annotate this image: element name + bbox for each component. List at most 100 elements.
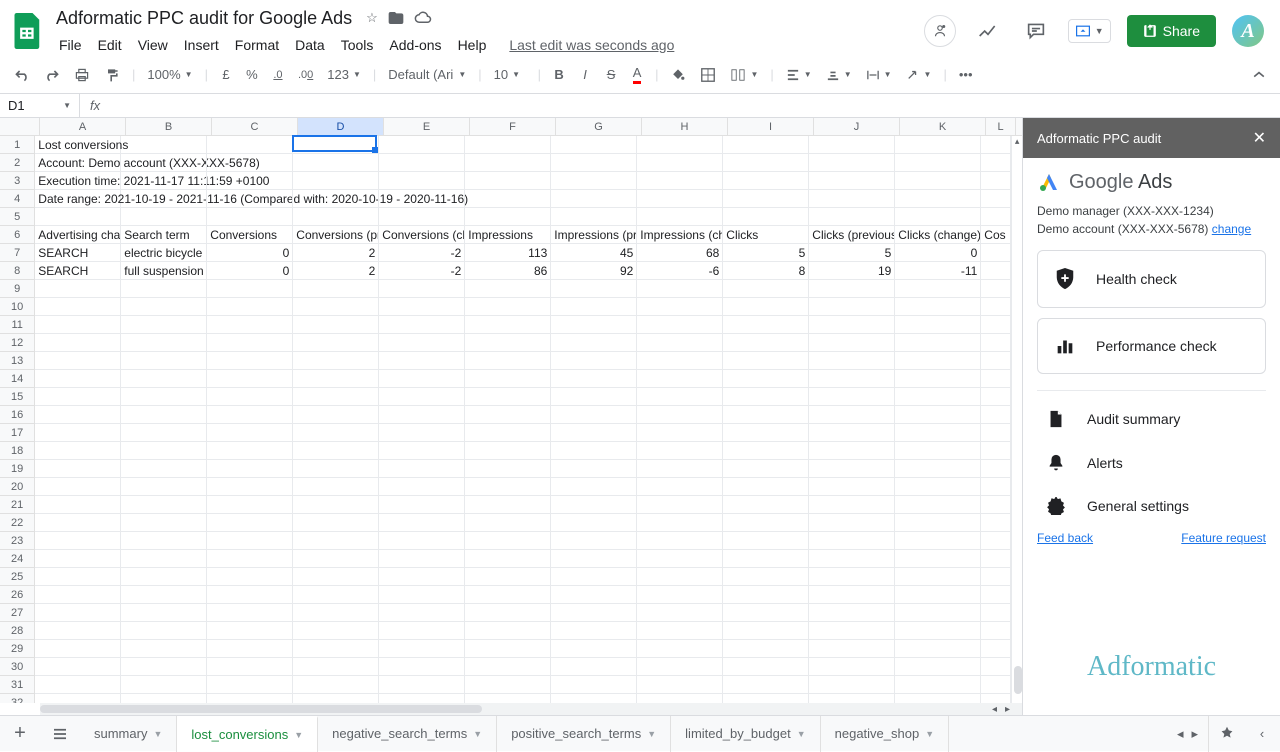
inc-decimal-button[interactable]: .00 (292, 63, 319, 87)
cell[interactable] (723, 172, 809, 189)
cell[interactable] (207, 136, 293, 153)
sheet-tab-lost_conversions[interactable]: lost_conversions▼ (177, 716, 318, 752)
cell[interactable] (895, 658, 981, 675)
cell[interactable] (637, 208, 723, 225)
cell[interactable] (637, 316, 723, 333)
row-header[interactable]: 16 (0, 406, 35, 424)
trend-icon[interactable] (972, 15, 1004, 47)
cell[interactable] (809, 280, 895, 297)
col-header-F[interactable]: F (470, 118, 556, 135)
cell[interactable] (465, 388, 551, 405)
cell[interactable] (809, 316, 895, 333)
row-header[interactable]: 19 (0, 460, 35, 478)
row-header[interactable]: 23 (0, 532, 35, 550)
cell[interactable]: -11 (895, 262, 981, 279)
cell[interactable] (121, 334, 207, 351)
cell[interactable] (465, 640, 551, 657)
cell[interactable] (551, 478, 637, 495)
cell[interactable] (895, 172, 981, 189)
cell[interactable] (121, 406, 207, 423)
cell[interactable] (293, 460, 379, 477)
cell[interactable] (293, 172, 379, 189)
close-icon[interactable]: ✕ (1253, 128, 1266, 148)
cell[interactable] (809, 658, 895, 675)
cell[interactable] (637, 424, 723, 441)
cell[interactable] (465, 172, 551, 189)
cell[interactable] (293, 496, 379, 513)
cell[interactable] (35, 406, 121, 423)
borders-button[interactable] (694, 61, 722, 89)
cell[interactable] (121, 208, 207, 225)
cell[interactable]: Account: Demo account (XXX-XXX-5678) (35, 154, 121, 171)
col-header-D[interactable]: D (298, 118, 384, 135)
cell[interactable] (379, 532, 465, 549)
cell[interactable] (895, 478, 981, 495)
cell[interactable] (35, 532, 121, 549)
cell[interactable] (981, 442, 1011, 459)
cell[interactable] (293, 190, 379, 207)
cell[interactable] (723, 352, 809, 369)
cell[interactable] (551, 514, 637, 531)
fill-color-button[interactable] (664, 61, 692, 89)
cell[interactable] (637, 568, 723, 585)
cell[interactable] (723, 676, 809, 693)
col-header-H[interactable]: H (642, 118, 728, 135)
change-account-link[interactable]: change (1212, 222, 1251, 236)
cell[interactable] (981, 172, 1011, 189)
cell[interactable] (809, 424, 895, 441)
cell[interactable]: 113 (465, 244, 551, 261)
cell[interactable] (551, 640, 637, 657)
cell[interactable]: Date range: 2021-10-19 - 2021-11-16 (Com… (35, 190, 121, 207)
cell[interactable] (465, 136, 551, 153)
cell[interactable] (379, 478, 465, 495)
cell[interactable] (809, 604, 895, 621)
cell[interactable] (207, 460, 293, 477)
cell[interactable]: Advertising chan (35, 226, 121, 243)
tab-prev-icon[interactable]: ◂ (1177, 726, 1184, 742)
cell[interactable] (809, 694, 895, 703)
paint-format-icon[interactable] (98, 61, 126, 89)
cell[interactable] (551, 190, 637, 207)
cell[interactable] (895, 496, 981, 513)
cell[interactable] (981, 334, 1011, 351)
cell[interactable] (293, 298, 379, 315)
cell[interactable] (35, 298, 121, 315)
cell[interactable] (207, 568, 293, 585)
cell[interactable] (637, 172, 723, 189)
cell[interactable] (379, 694, 465, 703)
cell[interactable] (981, 190, 1011, 207)
alerts-row[interactable]: Alerts (1037, 441, 1266, 485)
cell[interactable] (293, 316, 379, 333)
performance-check-card[interactable]: Performance check (1037, 318, 1266, 374)
cell[interactable] (35, 658, 121, 675)
cell[interactable] (207, 640, 293, 657)
cell[interactable]: Conversions (207, 226, 293, 243)
cell[interactable] (981, 640, 1011, 657)
cell[interactable] (207, 334, 293, 351)
cell[interactable] (465, 460, 551, 477)
sheet-tab-limited_by_budget[interactable]: limited_by_budget▼ (671, 716, 820, 752)
row-header[interactable]: 30 (0, 658, 35, 676)
col-header-L[interactable]: L (986, 118, 1016, 135)
cell[interactable] (723, 622, 809, 639)
cell[interactable] (895, 460, 981, 477)
cell[interactable] (723, 316, 809, 333)
cell[interactable] (981, 514, 1011, 531)
cell[interactable] (293, 514, 379, 531)
cell[interactable] (379, 496, 465, 513)
cell[interactable] (207, 406, 293, 423)
sheet-tab-negative_search_terms[interactable]: negative_search_terms▼ (318, 716, 497, 752)
cell[interactable] (723, 460, 809, 477)
menu-view[interactable]: View (131, 33, 175, 57)
cell[interactable] (809, 370, 895, 387)
cell[interactable] (723, 604, 809, 621)
dec-decimal-button[interactable]: .0 (266, 63, 290, 87)
cell[interactable] (465, 514, 551, 531)
cell[interactable] (379, 388, 465, 405)
cell[interactable] (121, 514, 207, 531)
select-all-corner[interactable] (0, 118, 40, 135)
cell[interactable] (293, 208, 379, 225)
cell[interactable] (121, 550, 207, 567)
cell[interactable]: 19 (809, 262, 895, 279)
cell[interactable] (809, 298, 895, 315)
